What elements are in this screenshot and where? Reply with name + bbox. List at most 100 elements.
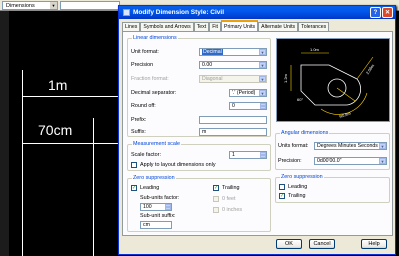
chevron-down-icon[interactable]: ▼ [259, 49, 266, 55]
chevron-down-icon[interactable]: ▼ [379, 143, 386, 149]
preview-text-4: R0.8m [339, 110, 352, 119]
round-off-input[interactable]: 0 [229, 102, 267, 110]
trailing-checkbox[interactable]: ✓ [213, 185, 219, 191]
scale-factor-input[interactable]: 1 [229, 151, 267, 159]
prefix-label: Prefix: [131, 117, 147, 123]
subunit-suffix-input[interactable]: cm [140, 221, 172, 229]
subunits-factor-value: 100 [143, 204, 152, 210]
layer-combo-value: Dimensions [6, 2, 35, 9]
apply-layout-checkbox[interactable] [131, 162, 137, 168]
chevron-down-icon[interactable]: ▼ [50, 2, 57, 9]
extension-line [22, 70, 23, 256]
title-close-button[interactable]: ✕ [382, 7, 393, 18]
precision-select[interactable]: 0.00 ▼ [199, 61, 267, 69]
subunit-suffix-value: cm [143, 222, 150, 228]
angular-precision-value: 0d00'00.0" [317, 158, 342, 164]
units-format-label: Units format: [278, 143, 309, 149]
angular-leading-checkbox[interactable] [279, 184, 285, 190]
tab-lines[interactable]: Lines [122, 22, 141, 31]
precision-label: Precision [131, 62, 154, 68]
preview-drawing: 1.0m 1.2m 60° R0.8m 2.06m [283, 47, 376, 119]
tab-symbols-arrows[interactable]: Symbols and Arrows [140, 22, 194, 31]
subunits-factor-input[interactable]: 100 [140, 203, 172, 211]
scale-factor-spinner[interactable] [260, 152, 266, 158]
units-format-select[interactable]: Degrees Minutes Seconds ▼ [314, 142, 387, 150]
decimal-separator-select[interactable]: '.' (Period) ▼ [229, 89, 267, 97]
zero-suppression-angular-group: Zero suppression [275, 174, 390, 203]
angular-trailing-checkbox[interactable]: ✓ [279, 193, 285, 199]
suffix-value: m [202, 129, 207, 135]
angular-trailing-label: Trailing [288, 193, 306, 199]
title-help-button[interactable]: ? [370, 7, 381, 18]
round-off-value: 0 [232, 103, 235, 109]
tab-fit[interactable]: Fit [209, 22, 221, 31]
suffix-input[interactable]: m [199, 128, 267, 136]
feet-label: 0 feet [222, 196, 236, 202]
subunit-suffix-label: Sub-unit suffix: [140, 213, 176, 219]
prefix-input[interactable] [199, 116, 267, 124]
chevron-down-icon[interactable]: ▼ [259, 76, 266, 82]
trailing-label: Trailing [222, 185, 240, 191]
scale-factor-label: Scale factor: [131, 152, 161, 158]
linear-dimensions-legend: Linear dimensions [132, 35, 178, 41]
dialog-titlebar[interactable]: Modify Dimension Style: Civil ? ✕ [119, 6, 395, 19]
app-icon [123, 9, 130, 16]
leading-label: Leading [140, 185, 160, 191]
round-off-label: Round off: [131, 103, 156, 109]
chevron-down-icon[interactable]: ▼ [259, 62, 266, 68]
tab-text[interactable]: Text [193, 22, 210, 31]
fraction-format-select[interactable]: Diagonal ▼ [199, 75, 267, 83]
angular-leading-label: Leading [288, 184, 308, 190]
unit-format-select[interactable]: Decimal ▼ [199, 48, 267, 56]
leading-checkbox[interactable]: ✓ [131, 185, 137, 191]
tab-strip: Lines Symbols and Arrows Text Fit Primar… [122, 20, 330, 31]
angular-precision-label: Precision: [278, 158, 302, 164]
dimension-line-70cm [22, 143, 118, 144]
subunits-factor-label: Sub-units factor: [140, 195, 180, 201]
fraction-format-label: Fraction format: [131, 76, 169, 82]
dimension-text-1m: 1m [48, 77, 68, 93]
preview-text-5: 2.06m [365, 63, 376, 76]
unit-format-value: Decimal [202, 49, 223, 55]
help-button[interactable]: Help [361, 239, 387, 249]
modify-dimension-style-dialog: Modify Dimension Style: Civil ? ✕ Lines … [118, 5, 396, 255]
preview-text-3: 60° [297, 97, 303, 102]
dialog-title: Modify Dimension Style: Civil [133, 9, 225, 16]
preview-text-1: 1.0m [310, 47, 320, 52]
left-panel [0, 11, 9, 256]
zero-suppression-linear-legend: Zero suppression [132, 175, 176, 181]
primary-units-page: Linear dimensions Unit format: Decimal ▼… [122, 31, 393, 236]
feet-checkbox[interactable] [213, 196, 219, 202]
inches-checkbox[interactable] [213, 207, 219, 213]
decimal-separator-value: '.' (Period) [232, 90, 256, 96]
preview-outline [300, 64, 362, 106]
subunits-factor-spinner[interactable] [165, 204, 171, 210]
toolbar-field[interactable] [60, 1, 120, 10]
tab-tolerances[interactable]: Tolerances [298, 22, 330, 31]
suffix-label: Suffix: [131, 129, 146, 135]
chevron-down-icon[interactable]: ▼ [259, 90, 266, 96]
scale-factor-value: 1 [232, 152, 235, 158]
cancel-button[interactable]: Cancel [309, 239, 335, 249]
layer-combo[interactable]: Dimensions ▼ [2, 1, 58, 10]
angular-dimensions-legend: Angular dimensions [280, 130, 330, 136]
unit-format-label: Unit format: [131, 49, 159, 55]
tab-alternate-units[interactable]: Alternate Units [258, 22, 299, 31]
dimension-line-1m [22, 96, 122, 97]
preview-dim-arc [320, 92, 368, 115]
round-off-spinner[interactable] [260, 103, 266, 109]
tab-primary-units[interactable]: Primary Units [220, 20, 259, 31]
precision-value: 0.00 [202, 62, 213, 68]
units-format-value: Degrees Minutes Seconds [317, 143, 378, 149]
dimension-text-70cm: 70cm [38, 122, 73, 138]
extension-line [93, 118, 94, 256]
angular-precision-select[interactable]: 0d00'00.0" ▼ [314, 157, 387, 165]
decimal-separator-label: Decimal separator: [131, 90, 177, 96]
preview-text-2: 1.2m [283, 73, 288, 83]
ok-button[interactable]: OK [276, 239, 302, 249]
inches-label: 0 inches [222, 207, 243, 213]
dimension-preview: 1.0m 1.2m 60° R0.8m 2.06m [276, 38, 390, 122]
measurement-scale-legend: Measurement scale [132, 141, 182, 147]
chevron-down-icon[interactable]: ▼ [379, 158, 386, 164]
zero-suppression-angular-legend: Zero suppression [280, 174, 324, 180]
